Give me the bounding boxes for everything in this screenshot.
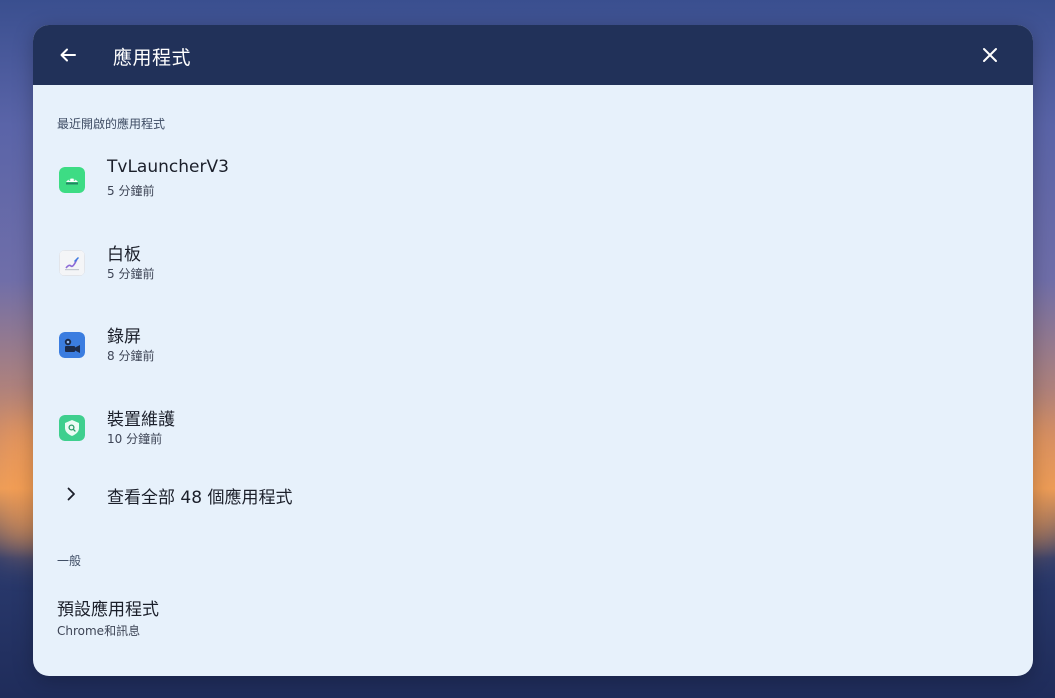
app-last-opened: 10 分鐘前	[107, 432, 163, 446]
chevron-right-icon	[67, 487, 75, 501]
whiteboard-icon	[59, 250, 85, 276]
header-bar: 應用程式	[33, 25, 1033, 85]
app-name: TvLauncherV3	[107, 157, 229, 177]
app-last-opened: 8 分鐘前	[107, 349, 155, 363]
app-last-opened: 5 分鐘前	[107, 184, 155, 198]
app-name: 錄屏	[107, 327, 141, 347]
list-item-screen-recorder[interactable]: 錄屏 8 分鐘前	[33, 314, 1033, 378]
screen-recorder-icon	[59, 332, 85, 358]
list-item-device-care[interactable]: 裝置維護 10 分鐘前	[33, 397, 1033, 461]
apps-settings-panel: 應用程式 最近開啟的應用程式 TvLauncherV3 5 分鐘前 白板 5 分…	[33, 25, 1033, 676]
list-item-whiteboard[interactable]: 白板 5 分鐘前	[33, 232, 1033, 296]
back-arrow-icon	[60, 48, 76, 62]
default-apps-item[interactable]: 預設應用程式 Chrome和訊息	[33, 591, 1033, 647]
see-all-apps-label: 查看全部 48 個應用程式	[107, 488, 293, 508]
back-button[interactable]	[55, 42, 81, 68]
see-all-apps-button[interactable]: 查看全部 48 個應用程式	[33, 478, 1033, 512]
close-icon	[983, 48, 997, 62]
close-button[interactable]	[977, 42, 1003, 68]
default-apps-subtitle: Chrome和訊息	[57, 624, 141, 638]
app-name: 裝置維護	[107, 410, 175, 430]
default-apps-title: 預設應用程式	[57, 600, 159, 620]
device-care-icon	[59, 415, 85, 441]
android-icon	[59, 167, 85, 193]
general-section-label: 一般	[57, 554, 82, 568]
list-item-tvlauncherv3[interactable]: TvLauncherV3 5 分鐘前	[33, 149, 1033, 213]
recent-apps-section-label: 最近開啟的應用程式	[57, 117, 166, 131]
app-last-opened: 5 分鐘前	[107, 267, 155, 281]
page-title: 應用程式	[113, 47, 192, 69]
app-name: 白板	[107, 245, 141, 265]
